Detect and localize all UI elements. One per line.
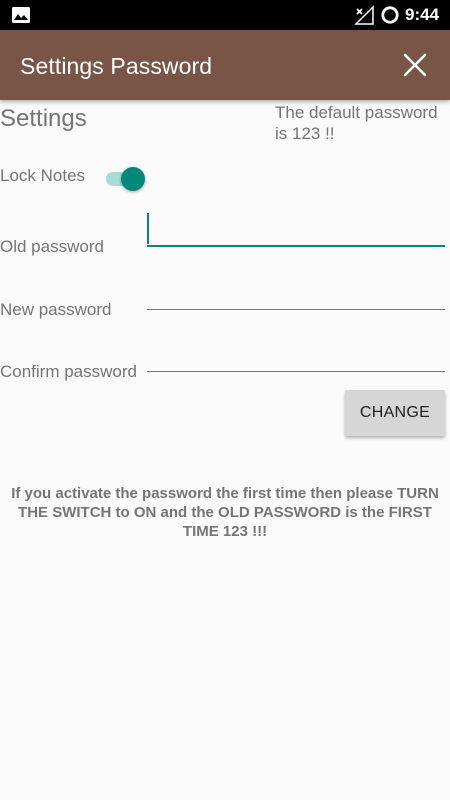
page-title: Settings Password [20, 53, 213, 79]
status-bar: 9:44 [0, 0, 450, 30]
battery-ring-icon [381, 6, 399, 24]
lock-notes-switch[interactable] [104, 165, 148, 193]
no-signal-icon [354, 5, 374, 25]
close-icon [403, 53, 427, 77]
old-password-input[interactable] [147, 215, 445, 245]
confirm-password-label: Confirm password [0, 362, 137, 381]
new-password-underline [147, 309, 445, 310]
default-password-note: The default password is 123 !! [275, 103, 438, 143]
app-toolbar: Settings Password [0, 30, 450, 100]
info-message: If you activate the password the first t… [11, 485, 439, 540]
old-password-underline [147, 245, 445, 247]
close-button[interactable] [392, 40, 438, 90]
new-password-input[interactable] [147, 278, 445, 308]
confirm-password-input[interactable] [147, 340, 445, 370]
image-icon [12, 7, 30, 23]
lock-notes-label: Lock Notes [0, 166, 86, 185]
settings-heading: Settings [0, 105, 87, 132]
new-password-label: New password [0, 300, 112, 319]
change-button[interactable]: CHANGE [345, 390, 445, 436]
switch-thumb [121, 167, 145, 191]
status-time: 9:44 [405, 5, 440, 24]
old-password-label: Old password [0, 237, 104, 256]
confirm-password-underline [147, 371, 445, 372]
text-cursor [147, 213, 149, 244]
